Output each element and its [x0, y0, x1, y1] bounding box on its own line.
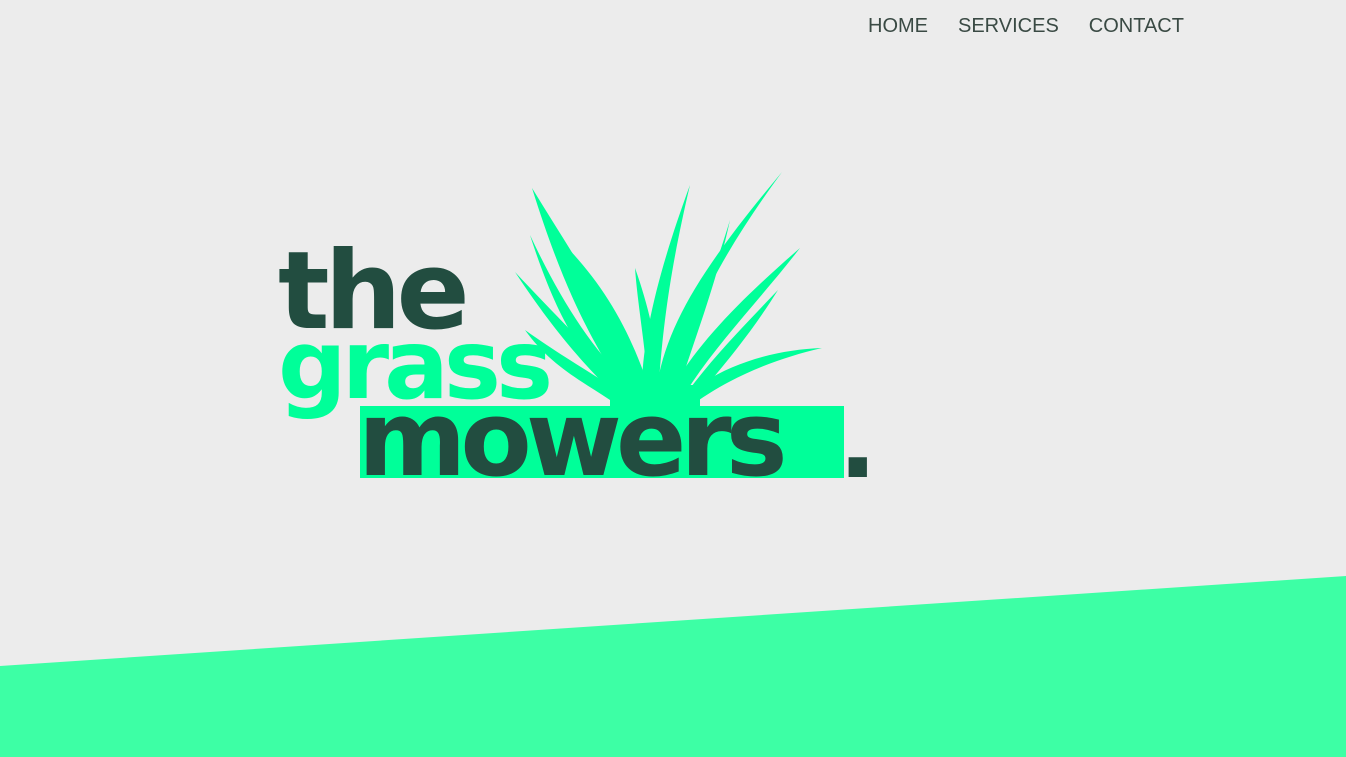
main-nav: HOME SERVICES CONTACT	[868, 13, 1184, 39]
brand-logo: the grass mowers .	[270, 160, 890, 500]
logo-dot: .	[838, 380, 878, 500]
nav-services-link[interactable]: SERVICES	[958, 13, 1059, 39]
diagonal-band-shape	[0, 576, 1346, 757]
logo-graphic: the grass mowers .	[278, 172, 878, 500]
nav-home-link[interactable]: HOME	[868, 13, 928, 39]
hero-bottom-band	[0, 560, 1346, 757]
logo-word-mowers: mowers	[358, 378, 783, 500]
grass-icon	[515, 172, 822, 410]
nav-contact-link[interactable]: CONTACT	[1089, 13, 1184, 39]
page: HOME SERVICES CONTACT the grass mowers .	[0, 0, 1346, 757]
